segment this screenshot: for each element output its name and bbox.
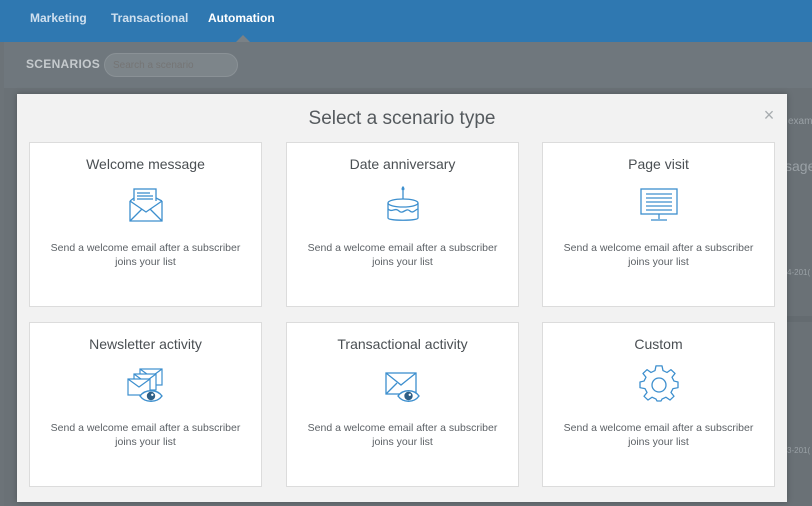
background-divider	[786, 316, 812, 322]
card-description: Send a welcome email after a subscriber …	[50, 422, 241, 448]
envelope-letter-icon	[129, 188, 163, 222]
close-icon[interactable]: ×	[761, 106, 777, 124]
envelope-eye-icon	[385, 372, 420, 402]
scenario-card-welcome-message[interactable]: Welcome message Send a welcome email aft…	[29, 142, 262, 307]
tab-transactional[interactable]: Transactional	[111, 11, 188, 25]
card-title: Transactional activity	[337, 336, 468, 352]
tab-automation[interactable]: Automation	[208, 11, 275, 25]
scenario-card-page-visit[interactable]: Page visit Send a welcome email after a …	[542, 142, 775, 307]
gear-icon	[639, 365, 679, 402]
card-description: Send a welcome email after a subscriber …	[563, 242, 754, 268]
scenario-type-modal: Select a scenario type × Welcome message…	[17, 94, 787, 502]
birthday-cake-icon	[387, 186, 419, 221]
scenario-card-date-anniversary[interactable]: Date anniversary Send a welcome email af…	[286, 142, 519, 307]
search-input[interactable]	[104, 53, 238, 77]
scenario-card-newsletter-activity[interactable]: Newsletter activity Send a welcome email…	[29, 322, 262, 487]
scenario-card-transactional-activity[interactable]: Transactional activity Send a welcome em…	[286, 322, 519, 487]
modal-title: Select a scenario type	[308, 108, 496, 129]
card-title: Date anniversary	[349, 156, 456, 172]
background-text: exam	[788, 116, 812, 127]
background-text: sage	[785, 158, 812, 174]
background-text: 4-201(	[787, 268, 811, 277]
card-title: Custom	[634, 336, 683, 352]
card-title: Page visit	[628, 156, 689, 172]
card-description: Send a welcome email after a subscriber …	[563, 422, 754, 448]
card-description: Send a welcome email after a subscriber …	[307, 242, 498, 268]
background-text: 3-201(	[787, 446, 811, 455]
card-title: Newsletter activity	[89, 336, 202, 352]
scenario-card-custom[interactable]: Custom Send a welcome email after a subs…	[542, 322, 775, 487]
tab-marketing[interactable]: Marketing	[30, 11, 87, 25]
top-navigation: Marketing Transactional Automation	[0, 0, 812, 42]
active-tab-caret	[236, 35, 250, 42]
monitor-icon	[640, 188, 678, 221]
section-label: SCENARIOS	[26, 57, 101, 71]
scenarios-toolbar: SCENARIOS	[4, 42, 812, 88]
card-description: Send a welcome email after a subscriber …	[50, 242, 241, 268]
card-description: Send a welcome email after a subscriber …	[307, 422, 498, 448]
envelopes-eye-icon	[127, 368, 163, 402]
card-title: Welcome message	[86, 156, 205, 172]
